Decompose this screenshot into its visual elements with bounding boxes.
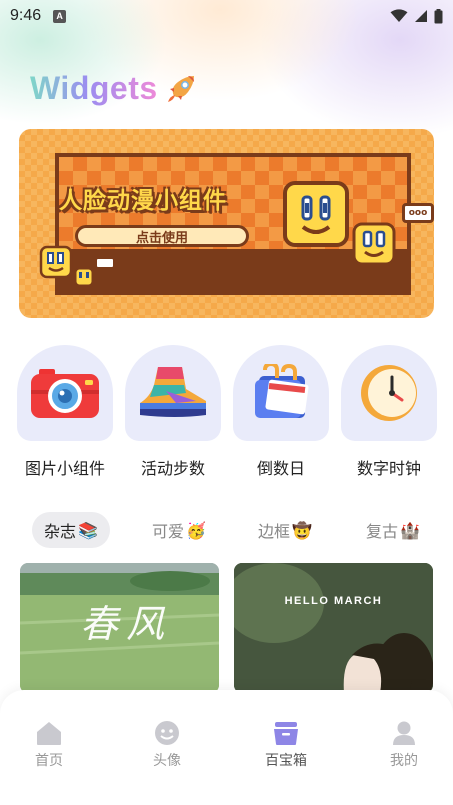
pixel-face-medium-icon [352, 222, 396, 266]
tab-retro[interactable]: 复古 🏰 [366, 512, 420, 548]
clock-icon [361, 365, 417, 421]
home-icon [37, 722, 61, 745]
widget-categories: 图片小组件 活动步数 倒数日 数字时钟 [0, 345, 453, 485]
nav-avatar[interactable]: 头像 [137, 720, 197, 770]
party-face-icon: 🥳 [186, 520, 206, 540]
card-title: HELLO MARCH [284, 595, 383, 607]
banner-use-button[interactable]: 点击使用 [75, 225, 249, 247]
nav-label: 我的 [390, 753, 418, 769]
category-tile [341, 345, 437, 441]
status-indicators [390, 8, 443, 24]
books-icon: 📚 [78, 520, 98, 540]
camera-icon [31, 369, 99, 418]
category-countdown[interactable]: 倒数日 [233, 345, 329, 479]
app-logo: Widgets [30, 70, 158, 106]
category-step-count[interactable]: 活动步数 [125, 345, 221, 479]
tab-cute[interactable]: 可爱 🥳 [152, 512, 206, 548]
nav-toolbox[interactable]: 百宝箱 [256, 720, 316, 770]
nav-label: 首页 [35, 753, 63, 769]
signal-icon [415, 10, 427, 22]
nav-label: 百宝箱 [265, 753, 307, 769]
smiley-icon [155, 721, 179, 745]
banner-title: 人脸动漫小组件 [59, 188, 227, 214]
status-bar: 9:46 A [0, 0, 453, 32]
status-time: 9:46 [10, 7, 42, 24]
treasure-box-icon [274, 722, 298, 745]
wifi-icon [390, 9, 408, 22]
tab-magazine[interactable]: 杂志 📚 [32, 512, 110, 548]
tab-label: 边框 [258, 522, 291, 541]
nav-home[interactable]: 首页 [19, 720, 79, 770]
nav-label: 头像 [153, 753, 181, 769]
bottom-navigation: 首页 头像 百宝箱 我的 [0, 690, 453, 805]
speech-bubble-small [95, 257, 115, 269]
tab-border[interactable]: 边框 🤠 [258, 512, 312, 548]
promo-banner[interactable]: 人脸动漫小组件 点击使用 ooo [19, 129, 434, 318]
sneaker-icon [140, 367, 206, 417]
tab-label: 杂志 [44, 522, 77, 541]
user-icon [393, 721, 415, 745]
notification-icon: A [53, 9, 67, 23]
category-digital-clock[interactable]: 数字时钟 [341, 345, 437, 479]
card-script-text: 春风 [80, 602, 173, 646]
castle-icon: 🏰 [400, 520, 420, 540]
style-tabs: 杂志 📚 可爱 🥳 边框 🤠 复古 🏰 [0, 510, 453, 550]
category-tile [17, 345, 113, 441]
pixel-face-large-icon [283, 181, 349, 247]
category-tile [233, 345, 329, 441]
pixel-face-tiny-icon [74, 267, 94, 287]
widget-card-spring[interactable]: 春风 [20, 563, 219, 693]
category-label: 图片小组件 [24, 459, 105, 478]
category-tile [125, 345, 221, 441]
tab-label: 可爱 [152, 522, 185, 541]
widget-card-hello-march[interactable]: HELLO MARCH [234, 563, 433, 693]
category-label: 倒数日 [256, 459, 305, 478]
speech-bubble: ooo [402, 203, 434, 223]
category-label: 数字时钟 [356, 459, 421, 478]
portrait-scene [234, 563, 433, 693]
category-photo-widget[interactable]: 图片小组件 [17, 345, 113, 479]
pixel-face-small-icon [39, 245, 73, 279]
rocket-icon [168, 76, 194, 102]
nav-profile[interactable]: 我的 [374, 720, 434, 770]
cowboy-face-icon: 🤠 [292, 520, 312, 540]
battery-icon [434, 8, 443, 23]
tab-label: 复古 [366, 522, 399, 541]
calendar-icon [255, 364, 309, 418]
category-label: 活动步数 [140, 459, 205, 478]
